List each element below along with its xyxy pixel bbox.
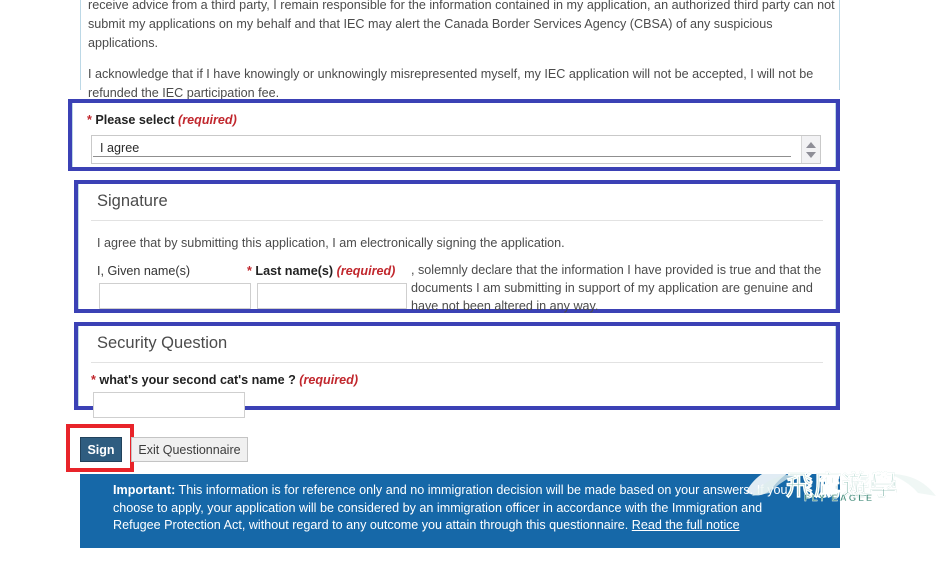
security-question-panel-inner: Security Question * what's your second c…	[78, 326, 836, 418]
intro-paragraph-2: I acknowledge that if I have knowingly o…	[88, 67, 814, 100]
security-question-panel: Security Question * what's your second c…	[74, 322, 840, 418]
please-select-required-tag: (required)	[178, 113, 237, 127]
important-notice-label: Important:	[113, 483, 176, 497]
intro-text: receive advice from a third party, I rem…	[88, 0, 836, 115]
signature-section-title: Signature	[97, 192, 168, 210]
important-notice-text: Important: This information is for refer…	[113, 482, 813, 535]
exit-questionnaire-button[interactable]: Exit Questionnaire	[131, 437, 248, 462]
questionnaire-page: receive advice from a third party, I rem…	[0, 0, 944, 568]
chevron-down-icon[interactable]	[806, 152, 816, 158]
agreement-select-spinner[interactable]	[801, 136, 820, 163]
important-notice-banner: Important: This information is for refer…	[80, 474, 840, 548]
please-select-label: * Please select (required)	[87, 113, 237, 127]
signature-declaration-text: , solemnly declare that the information …	[411, 263, 822, 313]
signature-panel-inner: Signature I agree that by submitting thi…	[78, 184, 836, 313]
security-question-section-title: Security Question	[97, 334, 228, 352]
sign-button[interactable]: Sign	[80, 437, 122, 462]
last-name-label: * Last name(s) (required)	[247, 264, 395, 278]
signature-divider	[91, 220, 823, 221]
required-star-icon: *	[87, 113, 92, 127]
signature-panel: Signature I agree that by submitting thi…	[74, 180, 840, 313]
security-question-divider	[91, 362, 823, 363]
agreement-select[interactable]: I agree	[91, 135, 821, 164]
given-name-label: I, Given name(s)	[97, 264, 190, 278]
read-full-notice-link[interactable]: Read the full notice	[632, 518, 740, 532]
chevron-up-icon[interactable]	[806, 142, 816, 148]
last-name-required-tag: (required)	[336, 264, 396, 278]
security-answer-input[interactable]	[93, 392, 245, 418]
intro-paragraph-1: receive advice from a third party, I rem…	[88, 0, 835, 50]
signature-agreement-text: I agree that by submitting this applicat…	[97, 236, 565, 250]
security-question-text: what's your second cat's name ?	[99, 373, 296, 387]
required-star-icon: *	[91, 373, 96, 387]
given-name-label-text: I, Given name(s)	[97, 264, 191, 278]
security-question-label: * what's your second cat's name ? (requi…	[91, 373, 358, 387]
please-select-panel-inner: * Please select (required) I agree	[72, 103, 836, 167]
last-name-input[interactable]	[257, 283, 407, 309]
wing-right-icon	[886, 465, 942, 496]
required-star-icon: *	[247, 264, 252, 278]
please-select-label-text: Please select	[95, 113, 175, 127]
please-select-panel: * Please select (required) I agree	[68, 99, 840, 171]
agreement-select-value: I agree	[100, 141, 140, 155]
last-name-label-text: Last name(s)	[255, 264, 334, 278]
agreement-select-underline	[93, 156, 791, 157]
security-question-required-tag: (required)	[299, 373, 359, 387]
given-name-input[interactable]	[99, 283, 251, 309]
